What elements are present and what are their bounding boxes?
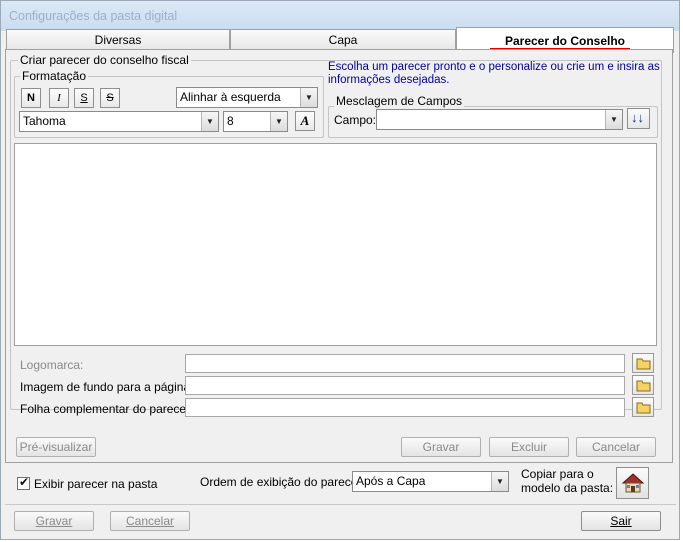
chevron-down-icon[interactable]: ▼: [300, 88, 317, 107]
create-opinion-legend: Criar parecer do conselho fiscal: [18, 53, 191, 67]
display-order-label: Ordem de exibição do parecer:: [200, 475, 365, 489]
italic-button[interactable]: I: [49, 88, 69, 108]
exit-button-label: Sair: [610, 514, 632, 528]
exit-button[interactable]: Sair: [581, 511, 661, 531]
save-opinion-button[interactable]: Gravar: [401, 437, 481, 457]
bold-button[interactable]: N: [21, 88, 41, 108]
save-button[interactable]: Gravar: [14, 511, 94, 531]
copy-to-model-button[interactable]: [616, 467, 649, 499]
font-color-button[interactable]: A: [295, 111, 315, 131]
underline-button[interactable]: S: [74, 88, 94, 108]
insert-field-button[interactable]: ↓↓: [627, 108, 650, 129]
folder-icon: [636, 380, 651, 392]
font-select[interactable]: Tahoma ▼: [19, 111, 219, 132]
tab-panel: Criar parecer do conselho fiscal Formata…: [5, 49, 673, 463]
delete-opinion-button[interactable]: Excluir: [489, 437, 569, 457]
merge-fields-legend: Mesclagem de Campos: [334, 94, 465, 108]
supplement-sheet-path-input[interactable]: [185, 398, 625, 417]
folder-icon: [636, 358, 651, 370]
settings-window: Configurações da pasta digital Diversas …: [0, 0, 680, 540]
footer-separator: [5, 504, 676, 505]
show-opinion-label: Exibir parecer na pasta: [34, 477, 158, 491]
background-image-path-input[interactable]: [185, 376, 625, 395]
opinion-text-editor[interactable]: [14, 143, 657, 346]
double-arrow-down-icon: ↓↓: [631, 110, 644, 125]
cancel-button[interactable]: Cancelar: [110, 511, 190, 531]
background-image-browse-button[interactable]: [632, 375, 654, 395]
chevron-down-icon[interactable]: ▼: [201, 112, 218, 131]
font-size-value: 8: [227, 114, 234, 128]
supplement-sheet-label: Folha complementar do parecer:: [20, 402, 194, 416]
field-label: Campo:: [334, 113, 377, 127]
checkmark-icon: ✔: [19, 475, 30, 489]
logo-browse-button[interactable]: [632, 353, 654, 373]
logo-path-input[interactable]: [185, 354, 625, 373]
tab-capa[interactable]: Capa: [230, 29, 456, 51]
chevron-down-icon[interactable]: ▼: [270, 112, 287, 131]
font-size-select[interactable]: 8 ▼: [223, 111, 288, 132]
house-icon: [621, 473, 645, 493]
background-image-label: Imagem de fundo para a página:: [20, 380, 194, 394]
alignment-select[interactable]: Alinhar à esquerda ▼: [176, 87, 318, 108]
copy-to-model-label: Copiar para o modelo da pasta:: [521, 467, 614, 495]
alignment-value: Alinhar à esquerda: [180, 90, 281, 104]
strikethrough-button[interactable]: S: [100, 88, 120, 108]
cancel-opinion-button[interactable]: Cancelar: [576, 437, 656, 457]
window-title: Configurações da pasta digital: [9, 9, 178, 23]
display-order-value: Após a Capa: [356, 474, 426, 488]
chevron-down-icon[interactable]: ▼: [605, 110, 622, 129]
show-opinion-checkbox[interactable]: ✔: [17, 475, 30, 490]
tab-diversas[interactable]: Diversas: [6, 29, 230, 51]
cancel-button-label: Cancelar: [125, 514, 175, 528]
display-order-select[interactable]: Após a Capa ▼: [352, 471, 509, 492]
save-button-label: Gravar: [35, 514, 73, 528]
hint-text: Escolha um parecer pronto e o personaliz…: [328, 61, 660, 86]
formatting-legend: Formatação: [20, 69, 89, 83]
font-value: Tahoma: [23, 114, 66, 128]
field-select[interactable]: ▼: [376, 109, 623, 130]
logo-label: Logomarca:: [20, 358, 84, 372]
supplement-sheet-browse-button[interactable]: [632, 397, 654, 417]
folder-icon: [636, 402, 651, 414]
chevron-down-icon[interactable]: ▼: [491, 472, 508, 491]
tab-parecer-label: Parecer do Conselho: [504, 34, 626, 48]
preview-button[interactable]: Pré-visualizar: [16, 437, 96, 457]
